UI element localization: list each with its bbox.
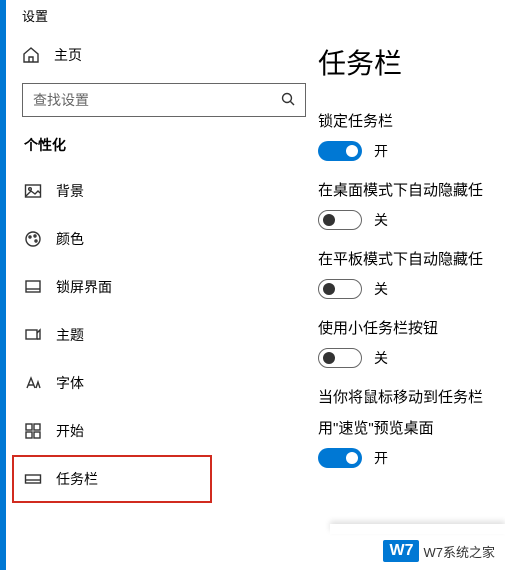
nav-item-label: 任务栏	[56, 469, 98, 489]
nav-item-label: 字体	[56, 373, 84, 393]
watermark-logo: W7	[383, 540, 419, 562]
fonts-icon	[24, 374, 42, 392]
nav-item-label: 颜色	[56, 229, 84, 249]
bottom-shadow	[330, 524, 505, 534]
nav-home-label: 主页	[54, 45, 82, 65]
setting-peek-preview: 当你将鼠标移动到任务栏 用"速览"预览桌面 开	[318, 386, 505, 468]
themes-icon	[24, 326, 42, 344]
nav-item-lockscreen[interactable]: 锁屏界面	[12, 263, 318, 311]
window-title: 设置	[12, 0, 318, 39]
toggle-state: 开	[374, 448, 388, 468]
setting-autohide-tablet: 在平板模式下自动隐藏任 关	[318, 248, 505, 299]
nav-item-taskbar[interactable]: 任务栏	[12, 455, 212, 503]
nav-item-label: 主题	[56, 325, 84, 345]
setting-autohide-desktop: 在桌面模式下自动隐藏任 关	[318, 179, 505, 230]
toggle-state: 关	[374, 348, 388, 368]
setting-label-line2: 用"速览"预览桌面	[318, 417, 505, 438]
nav-home[interactable]: 主页	[12, 39, 318, 79]
search-icon	[281, 92, 295, 109]
nav-item-background[interactable]: 背景	[12, 167, 318, 215]
setting-label: 当你将鼠标移动到任务栏	[318, 386, 505, 407]
toggle-state: 关	[374, 210, 388, 230]
toggle-autohide-desktop[interactable]	[318, 210, 362, 230]
accent-bar	[0, 0, 6, 570]
page-title: 任务栏	[318, 42, 505, 82]
taskbar-icon	[24, 470, 42, 488]
nav-item-fonts[interactable]: 字体	[12, 359, 318, 407]
nav-item-label: 背景	[56, 181, 84, 201]
nav-item-colors[interactable]: 颜色	[12, 215, 318, 263]
nav-item-start[interactable]: 开始	[12, 407, 318, 455]
nav-item-label: 开始	[56, 421, 84, 441]
left-pane: 设置 主页 个性化 背景	[6, 0, 318, 570]
watermark: W7 W7系统之家	[383, 540, 495, 562]
toggle-autohide-tablet[interactable]	[318, 279, 362, 299]
search-box[interactable]	[22, 83, 306, 117]
nav-list: 背景 颜色 锁屏界面 主题	[12, 167, 318, 503]
section-title: 个性化	[12, 135, 318, 167]
setting-label: 在平板模式下自动隐藏任	[318, 248, 505, 269]
home-icon	[22, 46, 40, 64]
search-input[interactable]	[33, 92, 273, 108]
watermark-text: W7系统之家	[423, 542, 495, 561]
toggle-state: 开	[374, 141, 388, 161]
setting-small-buttons: 使用小任务栏按钮 关	[318, 317, 505, 368]
right-pane: 任务栏 锁定任务栏 开 在桌面模式下自动隐藏任 关 在平板模式下自动隐藏任 关 …	[318, 0, 505, 570]
picture-icon	[24, 182, 42, 200]
nav-item-label: 锁屏界面	[56, 277, 112, 297]
palette-icon	[24, 230, 42, 248]
nav-item-themes[interactable]: 主题	[12, 311, 318, 359]
toggle-lock-taskbar[interactable]	[318, 141, 362, 161]
setting-label: 使用小任务栏按钮	[318, 317, 505, 338]
settings-window: 设置 主页 个性化 背景	[6, 0, 505, 570]
setting-label: 锁定任务栏	[318, 110, 505, 131]
toggle-small-buttons[interactable]	[318, 348, 362, 368]
start-icon	[24, 422, 42, 440]
setting-lock-taskbar: 锁定任务栏 开	[318, 110, 505, 161]
toggle-peek-preview[interactable]	[318, 448, 362, 468]
setting-label: 在桌面模式下自动隐藏任	[318, 179, 505, 200]
toggle-state: 关	[374, 279, 388, 299]
lockscreen-icon	[24, 278, 42, 296]
